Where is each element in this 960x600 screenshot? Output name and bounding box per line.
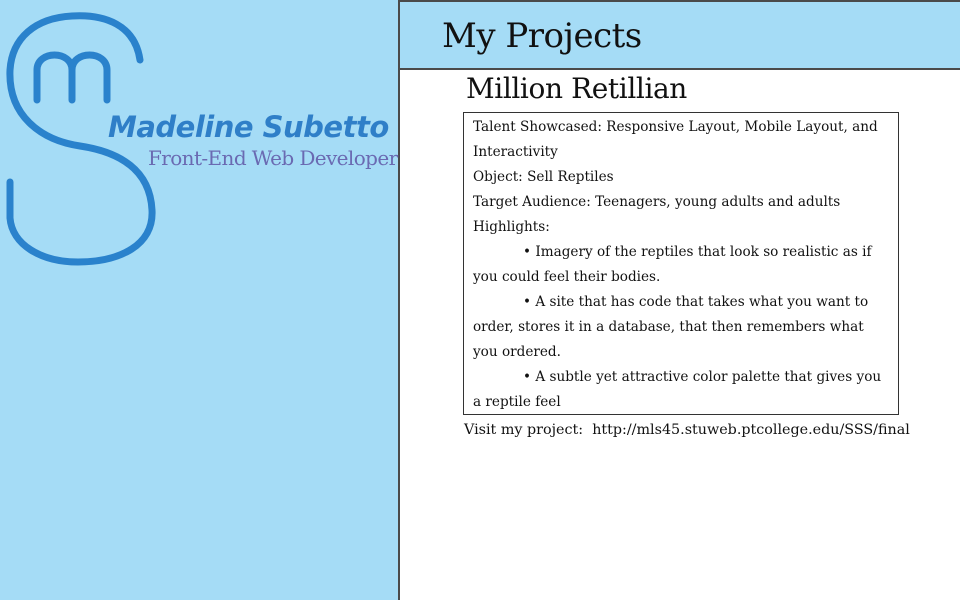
- sidebar: Madeline Subetto Front-End Web Developer: [0, 0, 400, 600]
- highlight-item: • A subtle yet attractive color palette …: [473, 369, 882, 410]
- project-title: Million Retillian: [466, 72, 687, 105]
- brand-title: Front-End Web Developer: [148, 146, 398, 170]
- brand-name: Madeline Subetto: [108, 110, 389, 144]
- project-object: Object: Sell Reptiles: [473, 169, 614, 185]
- highlight-item: • Imagery of the reptiles that look so r…: [473, 244, 872, 285]
- talent-showcased: Talent Showcased: Responsive Layout, Mob…: [473, 119, 878, 160]
- header-bar: My Projects: [400, 0, 960, 70]
- target-audience: Target Audience: Teenagers, young adults…: [473, 194, 841, 210]
- page-title: My Projects: [442, 16, 642, 56]
- project-details: Talent Showcased: Responsive Layout, Mob…: [463, 112, 899, 415]
- project-link[interactable]: http://mls45.stuweb.ptcollege.edu/SSS/fi…: [592, 422, 910, 438]
- highlights-label: Highlights:: [473, 219, 550, 235]
- visit-label: Visit my project:: [464, 422, 584, 438]
- visit-project: Visit my project: http://mls45.stuweb.pt…: [464, 422, 910, 438]
- highlight-item: • A site that has code that takes what y…: [473, 294, 869, 360]
